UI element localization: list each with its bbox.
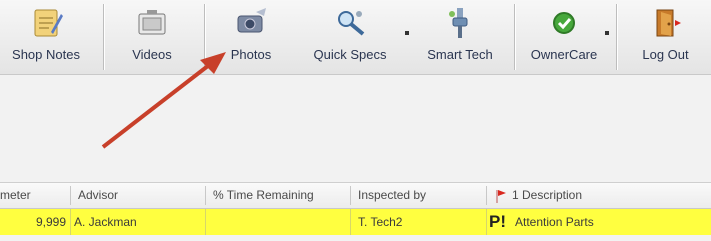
col-header-meter[interactable]: meter — [0, 183, 60, 208]
cell-time-remaining — [213, 209, 343, 235]
flag-header-icon — [494, 183, 510, 208]
grid-header: meter Advisor % Time Remaining Inspected… — [0, 182, 711, 209]
cell-description: Attention Parts — [515, 215, 594, 229]
cell-meter: 9,999 — [35, 215, 66, 229]
col-header-time-remaining[interactable]: % Time Remaining — [213, 183, 343, 208]
col-header-inspected-by[interactable]: Inspected by — [358, 183, 478, 208]
cell-inspected-by: T. Tech2 — [358, 215, 403, 229]
cell-advisor: A. Jackman — [74, 215, 137, 229]
parts-flag-badge: P! — [489, 209, 513, 235]
cell-flag: P! — [489, 212, 506, 231]
col-header-description[interactable]: 1 Description — [512, 183, 702, 208]
table-row[interactable]: 9,999 A. Jackman T. Tech2 P! Attention P… — [0, 209, 711, 235]
col-header-advisor[interactable]: Advisor — [78, 183, 198, 208]
